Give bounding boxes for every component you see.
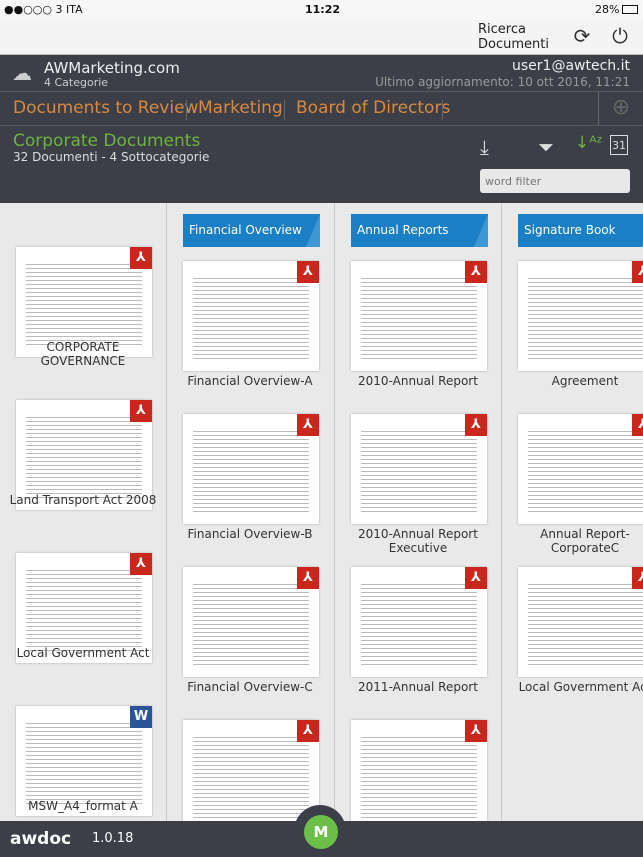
category-title: Corporate Documents bbox=[13, 131, 201, 151]
pdf-icon: ⅄ bbox=[297, 414, 319, 436]
thumbnail-preview bbox=[193, 428, 309, 514]
document-label[interactable]: CORPORATE GOVERNANCE bbox=[8, 340, 158, 368]
subcategory-header[interactable]: Signature Book bbox=[518, 214, 643, 247]
document-column: Signature Book ⅄ Agreement ⅄ Annual Report-C… bbox=[502, 203, 643, 821]
document-thumbnail[interactable]: ⅄ bbox=[518, 414, 643, 524]
tab-board-of-directors[interactable]: Board of Directors bbox=[296, 98, 450, 118]
filter-icon[interactable]: ⏷ bbox=[538, 135, 554, 159]
pdf-icon: ⅄ bbox=[632, 261, 643, 283]
tab-documents-to-review[interactable]: Documents to Review bbox=[13, 98, 198, 118]
document-thumbnail[interactable]: ⅄ bbox=[518, 567, 643, 677]
add-icon[interactable]: ⊕ bbox=[598, 92, 643, 126]
document-label[interactable]: 2010-Annual Report bbox=[343, 374, 493, 388]
thumbnail-preview bbox=[361, 734, 477, 820]
clock: 11:22 bbox=[305, 3, 341, 16]
divider bbox=[186, 100, 187, 120]
pdf-icon: ⅄ bbox=[632, 567, 643, 589]
status-bar: ●●○○○ 3 ITA 11:22 28% bbox=[0, 0, 643, 20]
thumbnail-preview bbox=[26, 720, 142, 806]
document-thumbnail[interactable]: ⅄ bbox=[183, 720, 319, 830]
thumbnail-preview bbox=[26, 567, 142, 653]
search-label: Ricerca bbox=[478, 22, 526, 37]
top-toolbar: Ricerca Documenti ⟳ ⏻ bbox=[0, 20, 643, 55]
document-thumbnail[interactable]: ⅄ bbox=[351, 567, 487, 677]
document-label[interactable]: Financial Overview-C bbox=[175, 680, 325, 694]
user-avatar[interactable]: M bbox=[304, 815, 338, 849]
awdoc-logo: awdoc bbox=[10, 829, 72, 849]
tab-marketing[interactable]: Marketing bbox=[198, 98, 283, 118]
sync-icon[interactable]: ⟳ bbox=[571, 25, 593, 47]
carrier: ●●○○○ 3 ITA bbox=[4, 3, 83, 16]
document-thumbnail[interactable]: ⅄ bbox=[518, 261, 643, 371]
document-label[interactable]: 2010-Annual Report Executive bbox=[343, 527, 493, 555]
sort-az-icon[interactable]: ↓ᴬᶻ bbox=[575, 133, 603, 153]
search-documents-button[interactable]: Ricerca Documenti bbox=[478, 22, 549, 52]
document-label[interactable]: Agreement bbox=[510, 374, 643, 388]
category-count: 4 Categorie bbox=[44, 76, 109, 89]
thumbnail-preview bbox=[26, 261, 142, 347]
document-thumbnail[interactable]: ⅄ bbox=[351, 414, 487, 524]
pdf-icon: ⅄ bbox=[465, 720, 487, 742]
subcategory-header[interactable]: Annual Reports bbox=[351, 214, 488, 247]
account-bar: ☁ AWMarketing.com 4 Categorie user1@awte… bbox=[0, 55, 643, 92]
document-label[interactable]: 2011-Annual Report bbox=[343, 680, 493, 694]
document-thumbnail[interactable]: ⅄ bbox=[351, 720, 487, 830]
pdf-icon: ⅄ bbox=[130, 247, 152, 269]
word-icon: W bbox=[130, 706, 152, 728]
document-column: ⅄ CORPORATE GOVERNANCE ⅄ Land Transport Act… bbox=[0, 203, 167, 821]
document-thumbnail[interactable]: ⅄ bbox=[351, 261, 487, 371]
pdf-icon: ⅄ bbox=[465, 414, 487, 436]
pdf-icon: ⅄ bbox=[465, 261, 487, 283]
document-thumbnail[interactable]: ⅄ bbox=[183, 567, 319, 677]
thumbnail-preview bbox=[528, 275, 643, 361]
thumbnail-preview bbox=[361, 275, 477, 361]
user-email: user1@awtech.it bbox=[512, 58, 630, 74]
document-label[interactable]: Financial Overview-A bbox=[175, 374, 325, 388]
document-thumbnail[interactable]: ⅄ bbox=[183, 261, 319, 371]
battery-level: 28% bbox=[595, 3, 620, 16]
download-icon[interactable]: ⤓ bbox=[480, 135, 489, 159]
thumbnail-preview bbox=[528, 428, 643, 514]
divider bbox=[284, 100, 285, 120]
thumbnail-preview bbox=[193, 734, 309, 820]
document-label[interactable]: Land Transport Act 2008 bbox=[8, 493, 158, 507]
search-label: Documenti bbox=[478, 37, 549, 52]
account-name: AWMarketing.com bbox=[44, 59, 180, 77]
divider bbox=[442, 100, 443, 120]
document-label[interactable]: Local Government Act bbox=[510, 680, 643, 694]
pdf-icon: ⅄ bbox=[130, 400, 152, 422]
word-filter-input[interactable] bbox=[480, 169, 630, 193]
category-tabs: Documents to Review Marketing Board of D… bbox=[0, 92, 643, 126]
thumbnail-preview bbox=[26, 414, 142, 500]
document-column: Annual Reports ⅄ 2010-Annual Report ⅄ 2010-A… bbox=[335, 203, 502, 830]
pdf-icon: ⅄ bbox=[297, 567, 319, 589]
thumbnail-preview bbox=[361, 581, 477, 667]
battery-icon bbox=[622, 5, 638, 14]
power-icon[interactable]: ⏻ bbox=[609, 25, 631, 47]
pdf-icon: ⅄ bbox=[297, 720, 319, 742]
document-label[interactable]: Local Government Act bbox=[8, 646, 158, 660]
calendar-icon[interactable]: 31 bbox=[610, 135, 628, 155]
document-label[interactable]: MSW_A4_format A bbox=[8, 799, 158, 813]
subcategory-header[interactable]: Financial Overview bbox=[183, 214, 320, 247]
document-label[interactable]: Financial Overview-B bbox=[175, 527, 325, 541]
header: ☁ AWMarketing.com 4 Categorie user1@awte… bbox=[0, 55, 643, 203]
pdf-icon: ⅄ bbox=[297, 261, 319, 283]
app-version: 1.0.18 bbox=[92, 831, 134, 846]
last-update: Ultimo aggiornamento: 10 ott 2016, 11:21 bbox=[375, 75, 630, 89]
document-label[interactable]: Annual Report-CorporateC bbox=[510, 527, 643, 555]
footer: awdoc 1.0.18 M bbox=[0, 805, 643, 857]
category-subtitle: 32 Documenti - 4 Sottocategorie bbox=[13, 150, 210, 164]
pdf-icon: ⅄ bbox=[130, 553, 152, 575]
pdf-icon: ⅄ bbox=[465, 567, 487, 589]
document-column: Financial Overview ⅄ Financial Overview-A ⅄… bbox=[167, 203, 335, 830]
document-thumbnail[interactable]: ⅄ bbox=[183, 414, 319, 524]
cloud-icon: ☁ bbox=[12, 61, 32, 85]
thumbnail-preview bbox=[528, 581, 643, 667]
pdf-icon: ⅄ bbox=[632, 414, 643, 436]
thumbnail-preview bbox=[361, 428, 477, 514]
thumbnail-preview bbox=[193, 581, 309, 667]
thumbnail-preview bbox=[193, 275, 309, 361]
